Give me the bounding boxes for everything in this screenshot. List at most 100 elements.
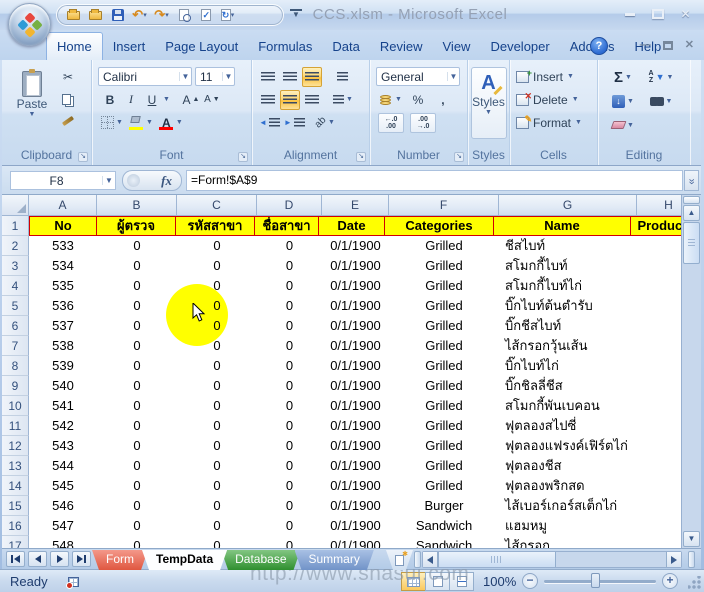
cell[interactable]: 0 xyxy=(97,316,177,336)
cell[interactable]: 537 xyxy=(29,316,97,336)
cell[interactable]: 0 xyxy=(257,276,322,296)
horizontal-scroll-thumb[interactable] xyxy=(438,552,556,567)
cell[interactable]: 0 xyxy=(177,396,257,416)
cell[interactable]: 0/1/1900 xyxy=(322,316,389,336)
cell[interactable]: 0/1/1900 xyxy=(322,396,389,416)
office-button[interactable] xyxy=(8,3,51,46)
wrap-text-button[interactable] xyxy=(332,67,352,87)
cell[interactable]: 533 xyxy=(29,236,97,256)
scroll-down-button[interactable]: ▼ xyxy=(683,531,700,547)
cell[interactable]: 0/1/1900 xyxy=(322,356,389,376)
cell[interactable]: 0 xyxy=(257,456,322,476)
zoom-slider-track[interactable] xyxy=(544,580,656,583)
number-dialog-launcher[interactable]: ↘ xyxy=(454,152,464,162)
zoom-in-button[interactable]: + xyxy=(662,573,678,589)
bottom-align-button[interactable] xyxy=(302,67,322,87)
sheet-tab-database[interactable]: Database xyxy=(221,550,300,570)
cell[interactable]: 0 xyxy=(97,416,177,436)
cell[interactable]: Grilled xyxy=(389,436,499,456)
minimize-button[interactable] xyxy=(621,7,638,21)
cell[interactable]: 0/1/1900 xyxy=(322,456,389,476)
undo-button[interactable]: ↶▾ xyxy=(131,7,148,23)
cell[interactable]: บิ๊กชีสไบท์ xyxy=(499,316,637,336)
cell[interactable]: 548 xyxy=(29,536,97,548)
cell[interactable]: 0 xyxy=(97,396,177,416)
comma-button[interactable]: , xyxy=(433,90,453,110)
sheet-tab-form[interactable]: Form xyxy=(92,550,148,570)
row-header-10[interactable]: 10 xyxy=(2,396,29,416)
cell[interactable]: 0 xyxy=(177,376,257,396)
cell[interactable]: 0 xyxy=(257,416,322,436)
cell[interactable]: 0 xyxy=(177,496,257,516)
cell[interactable]: 0 xyxy=(97,476,177,496)
row-header-14[interactable]: 14 xyxy=(2,476,29,496)
formula-input[interactable]: =Form!$A$9 xyxy=(186,170,683,191)
cell[interactable]: 0 xyxy=(257,396,322,416)
number-format-combo[interactable]: General▼ xyxy=(376,67,460,86)
cell[interactable]: บิ๊กชิลลี่ชีส xyxy=(499,376,637,396)
cell[interactable]: 0 xyxy=(257,316,322,336)
row-header-2[interactable]: 2 xyxy=(2,236,29,256)
cell[interactable]: Sandwich xyxy=(389,536,499,548)
increase-indent-button[interactable]: ► xyxy=(283,113,306,133)
select-all-corner[interactable] xyxy=(2,195,29,216)
cell[interactable]: 0 xyxy=(257,516,322,536)
bold-button[interactable]: B xyxy=(100,90,120,110)
spelling-icon[interactable] xyxy=(197,7,214,23)
insert-function-button[interactable]: fx xyxy=(122,170,182,191)
workbook-restore-button[interactable] xyxy=(663,41,673,50)
zoom-slider-thumb[interactable] xyxy=(591,573,600,588)
cell[interactable]: 0 xyxy=(97,496,177,516)
maximize-button[interactable] xyxy=(649,7,666,21)
cell[interactable]: 0 xyxy=(97,256,177,276)
cell[interactable]: 0/1/1900 xyxy=(322,236,389,256)
cell[interactable]: 0 xyxy=(257,476,322,496)
cell[interactable]: ไส้กรอกวุ้นเส้น xyxy=(499,336,637,356)
font-dialog-launcher[interactable]: ↘ xyxy=(238,152,248,162)
row-header-1[interactable]: 1 xyxy=(2,216,29,236)
column-header-D[interactable]: D xyxy=(257,195,322,216)
middle-align-button[interactable] xyxy=(280,67,300,87)
open-file-icon[interactable] xyxy=(65,7,82,23)
previous-sheet-button[interactable] xyxy=(28,551,47,567)
cell[interactable]: 539 xyxy=(29,356,97,376)
align-left-button[interactable] xyxy=(258,90,278,110)
row-header-5[interactable]: 5 xyxy=(2,296,29,316)
cell[interactable]: ฟุตลองแฟรงค์เฟิร์ตไก่ xyxy=(499,436,637,456)
cell[interactable]: Grilled xyxy=(389,416,499,436)
cell[interactable]: สโมกกี้ไบท์ไก่ xyxy=(499,276,637,296)
row-header-17[interactable]: 17 xyxy=(2,536,29,548)
cell[interactable]: Sandwich xyxy=(389,516,499,536)
cell[interactable]: 0 xyxy=(97,276,177,296)
paste-button[interactable]: Paste ▼ xyxy=(8,67,56,139)
styles-button[interactable]: A Styles ▼ xyxy=(471,67,507,139)
cell[interactable]: 0 xyxy=(97,236,177,256)
header-cell[interactable]: No xyxy=(29,216,97,236)
tab-formulas[interactable]: Formulas xyxy=(248,34,322,60)
tab-insert[interactable]: Insert xyxy=(103,34,156,60)
cell[interactable]: 0 xyxy=(177,416,257,436)
cell[interactable]: 0 xyxy=(177,316,257,336)
cell[interactable]: Grilled xyxy=(389,376,499,396)
cell[interactable]: 0 xyxy=(257,536,322,548)
cell[interactable]: 534 xyxy=(29,256,97,276)
delete-cells-button[interactable]: ✕ Delete▼ xyxy=(510,88,597,111)
name-box[interactable]: F8 ▼ xyxy=(10,171,116,190)
percent-button[interactable]: % xyxy=(408,90,428,110)
cell[interactable]: 0 xyxy=(257,296,322,316)
accounting-format-button[interactable]: ▼ xyxy=(378,90,403,110)
italic-button[interactable]: I xyxy=(121,90,141,110)
cell[interactable]: 0/1/1900 xyxy=(322,296,389,316)
tab-split-handle[interactable] xyxy=(414,551,421,568)
cell[interactable]: ไส้กรอก xyxy=(499,536,637,548)
scroll-up-button[interactable]: ▲ xyxy=(683,205,700,221)
tab-home[interactable]: Home xyxy=(46,32,103,60)
row-header-11[interactable]: 11 xyxy=(2,416,29,436)
format-cells-button[interactable]: ✎ Format▼ xyxy=(510,111,597,134)
clipboard-dialog-launcher[interactable]: ↘ xyxy=(78,152,88,162)
top-align-button[interactable] xyxy=(258,67,278,87)
row-header-6[interactable]: 6 xyxy=(2,316,29,336)
cell[interactable]: ฟุตลองสไปซี่ xyxy=(499,416,637,436)
fill-color-button[interactable]: ▼ xyxy=(128,113,154,133)
increase-decimal-button[interactable]: ←.0.00 xyxy=(378,113,404,133)
